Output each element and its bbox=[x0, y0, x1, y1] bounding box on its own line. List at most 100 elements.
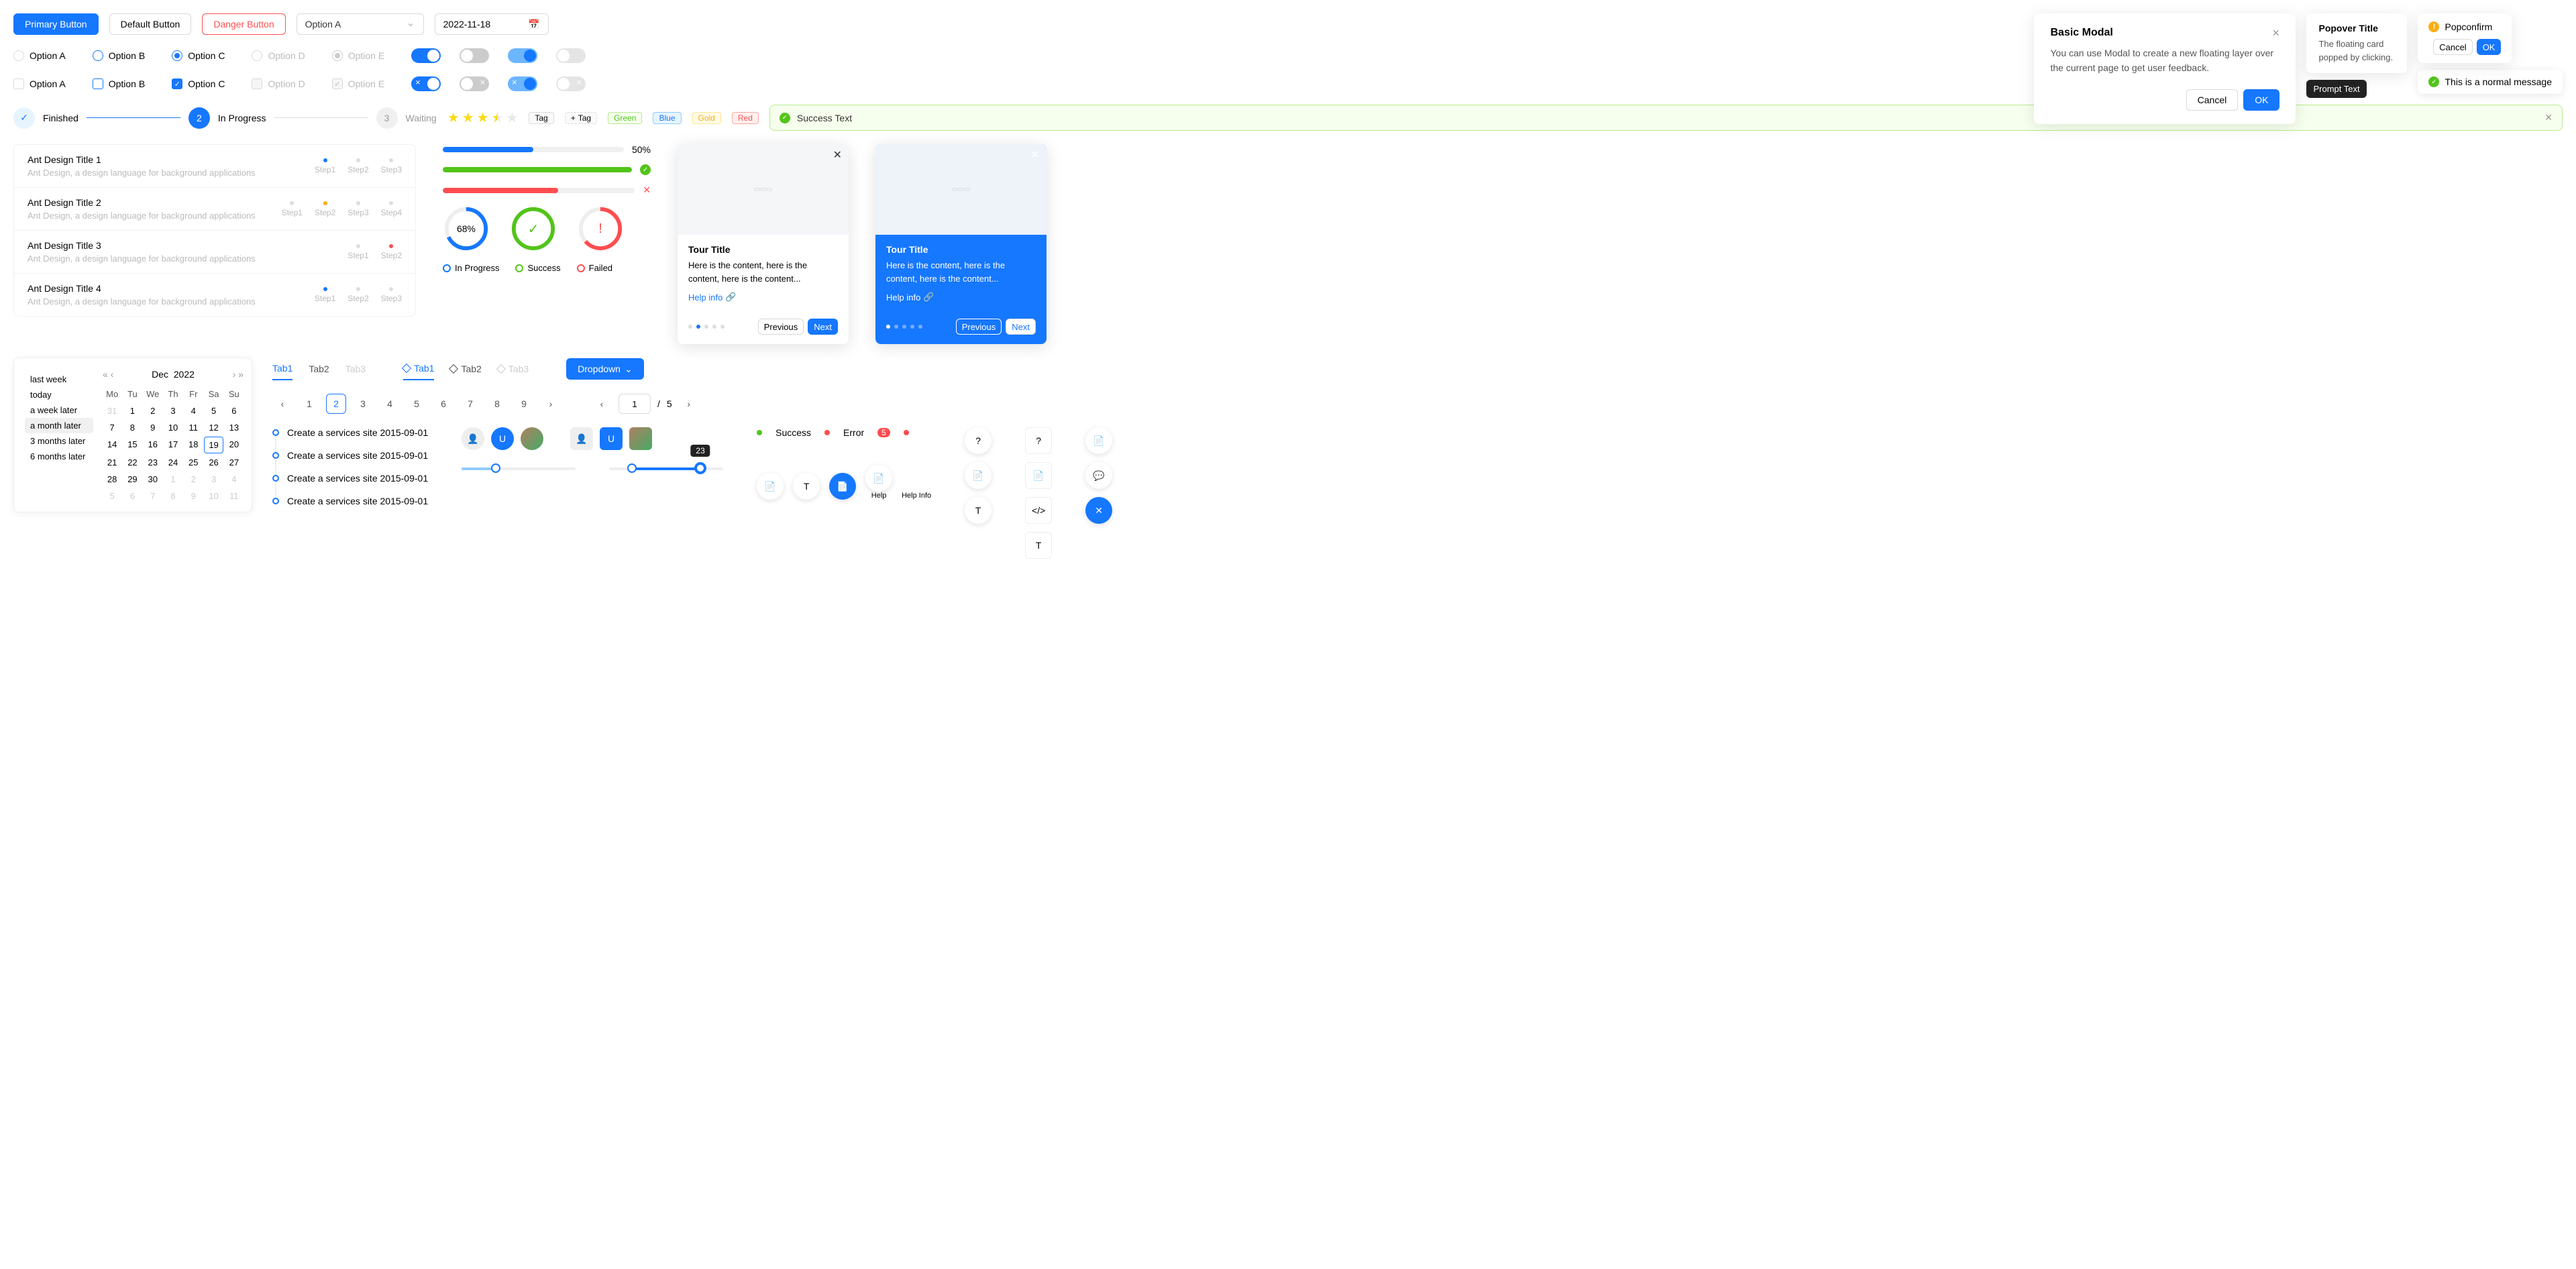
close-fab[interactable]: ✕ bbox=[1085, 497, 1112, 524]
list-item: Ant Design Title 4Ant Design, a design l… bbox=[14, 274, 415, 316]
switch-dis-x bbox=[556, 76, 586, 91]
tab-2[interactable]: Tab2 bbox=[309, 358, 329, 380]
select-option[interactable]: Option A bbox=[297, 13, 424, 35]
question-fab[interactable]: ? bbox=[965, 427, 991, 454]
tab-1[interactable]: Tab1 bbox=[272, 357, 292, 380]
close-icon[interactable]: ✕ bbox=[2272, 27, 2280, 39]
text-fab[interactable]: T bbox=[1025, 532, 1052, 559]
next-button[interactable]: Next bbox=[808, 319, 838, 335]
tag-blue[interactable]: Blue bbox=[653, 112, 681, 124]
switch-light-on[interactable] bbox=[508, 48, 537, 63]
next-page[interactable]: › bbox=[541, 394, 561, 414]
danger-button[interactable]: Danger Button bbox=[202, 13, 285, 35]
range-slider[interactable]: 23 bbox=[609, 467, 723, 470]
switch-on-x[interactable] bbox=[411, 76, 441, 91]
diamond-icon bbox=[402, 364, 411, 373]
file-fab[interactable]: 📄 bbox=[757, 473, 784, 500]
tab-3: Tab3 bbox=[345, 358, 366, 380]
list-item: Ant Design Title 1Ant Design, a design l… bbox=[14, 145, 415, 188]
code-fab[interactable]: </> bbox=[1025, 497, 1052, 524]
diamond-icon bbox=[449, 364, 458, 374]
tab-2[interactable]: Tab2 bbox=[450, 358, 481, 380]
success-dot bbox=[757, 430, 762, 435]
close-icon[interactable]: ✕ bbox=[833, 148, 842, 162]
fab-column-2: ? 📄 </> T bbox=[1025, 427, 1052, 559]
switch-off-x[interactable] bbox=[460, 76, 489, 91]
next-button[interactable]: Next bbox=[1006, 319, 1036, 335]
help-link[interactable]: Help info🔗 bbox=[688, 292, 838, 302]
prev-nav[interactable]: « ‹ bbox=[103, 369, 113, 380]
tooltip: Prompt Text bbox=[2306, 80, 2366, 98]
file-fab[interactable]: 📄 bbox=[1025, 462, 1052, 489]
popconfirm-ok[interactable]: OK bbox=[2477, 39, 2502, 55]
list-item: Ant Design Title 3Ant Design, a design l… bbox=[14, 231, 415, 274]
text-fab[interactable]: T bbox=[965, 497, 991, 524]
cancel-button[interactable]: Cancel bbox=[2186, 89, 2239, 111]
tag-gold[interactable]: Gold bbox=[692, 112, 721, 124]
switch-off[interactable] bbox=[460, 48, 489, 63]
checkbox-b[interactable]: Option B bbox=[93, 78, 145, 89]
tour-card: ✕▭▭▭ Tour Title Here is the content, her… bbox=[678, 144, 849, 344]
avatar-square: U bbox=[600, 427, 623, 450]
error-icon: ✕ bbox=[643, 184, 651, 196]
check-icon: ✓ bbox=[640, 164, 651, 175]
fab-column-3: 📄 💬 ✕ bbox=[1085, 427, 1112, 524]
tag-add[interactable]: + Tag bbox=[565, 112, 597, 124]
file-fab[interactable]: 📄 bbox=[965, 462, 991, 489]
notification-dot bbox=[904, 430, 909, 435]
modal-body: You can use Modal to create a new floati… bbox=[2050, 46, 2279, 76]
help-fab[interactable]: 📄 bbox=[865, 465, 892, 492]
previous-button[interactable]: Previous bbox=[956, 319, 1002, 335]
previous-button[interactable]: Previous bbox=[758, 319, 804, 335]
file-fab[interactable]: 📄 bbox=[1085, 427, 1112, 454]
tag-plain[interactable]: Tag bbox=[529, 112, 553, 124]
step-done-icon bbox=[13, 107, 35, 129]
checkbox-a[interactable]: Option A bbox=[13, 78, 66, 89]
rating[interactable]: ★★★★★ bbox=[447, 109, 519, 126]
dropdown-button[interactable]: Dropdown ⌄ bbox=[566, 358, 644, 380]
radio-c[interactable]: Option C bbox=[172, 50, 225, 61]
next-page[interactable]: › bbox=[679, 394, 699, 414]
comment-fab[interactable]: 💬 bbox=[1085, 462, 1112, 489]
help-link[interactable]: Help info🔗 bbox=[886, 292, 1036, 302]
switch-light-x[interactable] bbox=[508, 76, 537, 91]
tag-red[interactable]: Red bbox=[732, 112, 759, 124]
popconfirm-cancel[interactable]: Cancel bbox=[2433, 39, 2472, 55]
default-button[interactable]: Default Button bbox=[109, 13, 192, 35]
page-input[interactable] bbox=[619, 394, 651, 414]
calendar[interactable]: last week today a week later a month lat… bbox=[13, 357, 252, 512]
primary-button[interactable]: Primary Button bbox=[13, 13, 99, 35]
question-fab[interactable]: ? bbox=[1025, 427, 1052, 454]
list-item: Ant Design Title 2Ant Design, a design l… bbox=[14, 188, 415, 231]
tag-green[interactable]: Green bbox=[608, 112, 642, 124]
close-icon[interactable]: ✕ bbox=[1031, 148, 1040, 162]
calendar-icon: 📅 bbox=[528, 19, 539, 30]
file-fab-primary[interactable]: 📄 bbox=[829, 473, 856, 500]
tab-1[interactable]: Tab1 bbox=[403, 357, 434, 380]
date-input[interactable]: 2022-11-18 📅 bbox=[435, 13, 549, 35]
checkbox-e: Option E bbox=[332, 78, 384, 89]
next-nav[interactable]: › » bbox=[233, 369, 244, 380]
chevron-down-icon: ⌄ bbox=[625, 364, 633, 375]
popconfirm: ! Popconfirm Cancel OK bbox=[2418, 13, 2512, 63]
timeline: Create a services site 2015-09-01 Create… bbox=[272, 427, 428, 518]
ok-button[interactable]: OK bbox=[2243, 89, 2279, 111]
radio-a[interactable]: Option A bbox=[13, 50, 66, 61]
tabs: Tab1 Tab2 Tab3 bbox=[272, 357, 366, 380]
prev-page[interactable]: ‹ bbox=[592, 394, 612, 414]
range-presets: last week today a week later a month lat… bbox=[22, 366, 96, 504]
link-icon: 🔗 bbox=[923, 292, 934, 302]
avatar bbox=[521, 427, 543, 450]
popover: Popover Title The floating card popped b… bbox=[2306, 13, 2407, 73]
switch-disabled bbox=[556, 48, 586, 63]
slider[interactable] bbox=[462, 467, 576, 470]
text-fab[interactable]: T bbox=[793, 473, 820, 500]
pagination: ‹ 123456789 › bbox=[272, 394, 561, 414]
pagination-simple: ‹ / 5 › bbox=[592, 394, 699, 414]
warning-icon: ! bbox=[2428, 21, 2439, 32]
prev-page[interactable]: ‹ bbox=[272, 394, 292, 414]
switch-on[interactable] bbox=[411, 48, 441, 63]
steps: Finished 2In Progress 3Waiting bbox=[13, 107, 437, 129]
radio-b[interactable]: Option B bbox=[93, 50, 145, 61]
checkbox-c[interactable]: Option C bbox=[172, 78, 225, 89]
